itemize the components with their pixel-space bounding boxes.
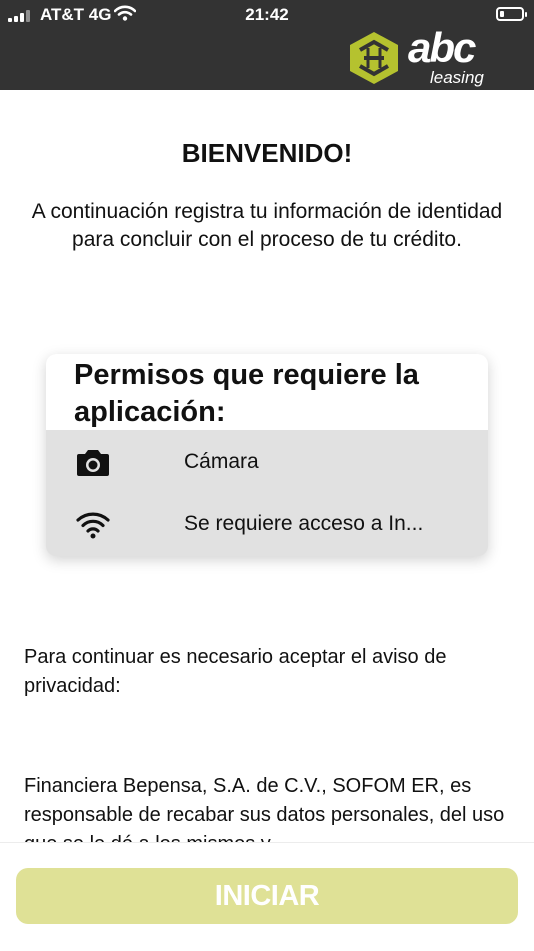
brand-sub: leasing: [430, 68, 484, 87]
brand-logo: abc leasing: [348, 24, 498, 90]
camera-icon: [77, 450, 109, 476]
status-time: 21:42: [245, 5, 289, 24]
permission-label-camera: Cámara: [184, 450, 259, 473]
privacy-notice-text: Financiera Bepensa, S.A. de C.V., SOFOM …: [24, 775, 505, 846]
privacy-prompt: Para continuar es necesario aceptar el a…: [24, 646, 447, 697]
permission-label-internet: Se requiere acceso a In...: [184, 512, 424, 535]
app-header: AT&T 4G 21:42 abc leasing: [0, 0, 534, 90]
logo-mark-icon: [350, 32, 398, 84]
page-title: BIENVENIDO!: [181, 138, 353, 168]
start-button[interactable]: INICIAR: [16, 868, 518, 924]
permission-item-camera: Cámara: [46, 432, 488, 492]
wifi-icon: [76, 512, 110, 539]
bottom-action-bar: INICIAR: [0, 842, 534, 951]
brand-name: abc: [408, 24, 476, 71]
permissions-title: Permisos que requiere la aplicación:: [46, 354, 488, 430]
permissions-card: Permisos que requiere la aplicación: Cám…: [46, 354, 488, 556]
permission-item-internet: Se requiere acceso a In...: [46, 494, 488, 554]
battery-icon: [496, 7, 527, 21]
intro-text: A continuación registra tu información d…: [31, 200, 503, 251]
